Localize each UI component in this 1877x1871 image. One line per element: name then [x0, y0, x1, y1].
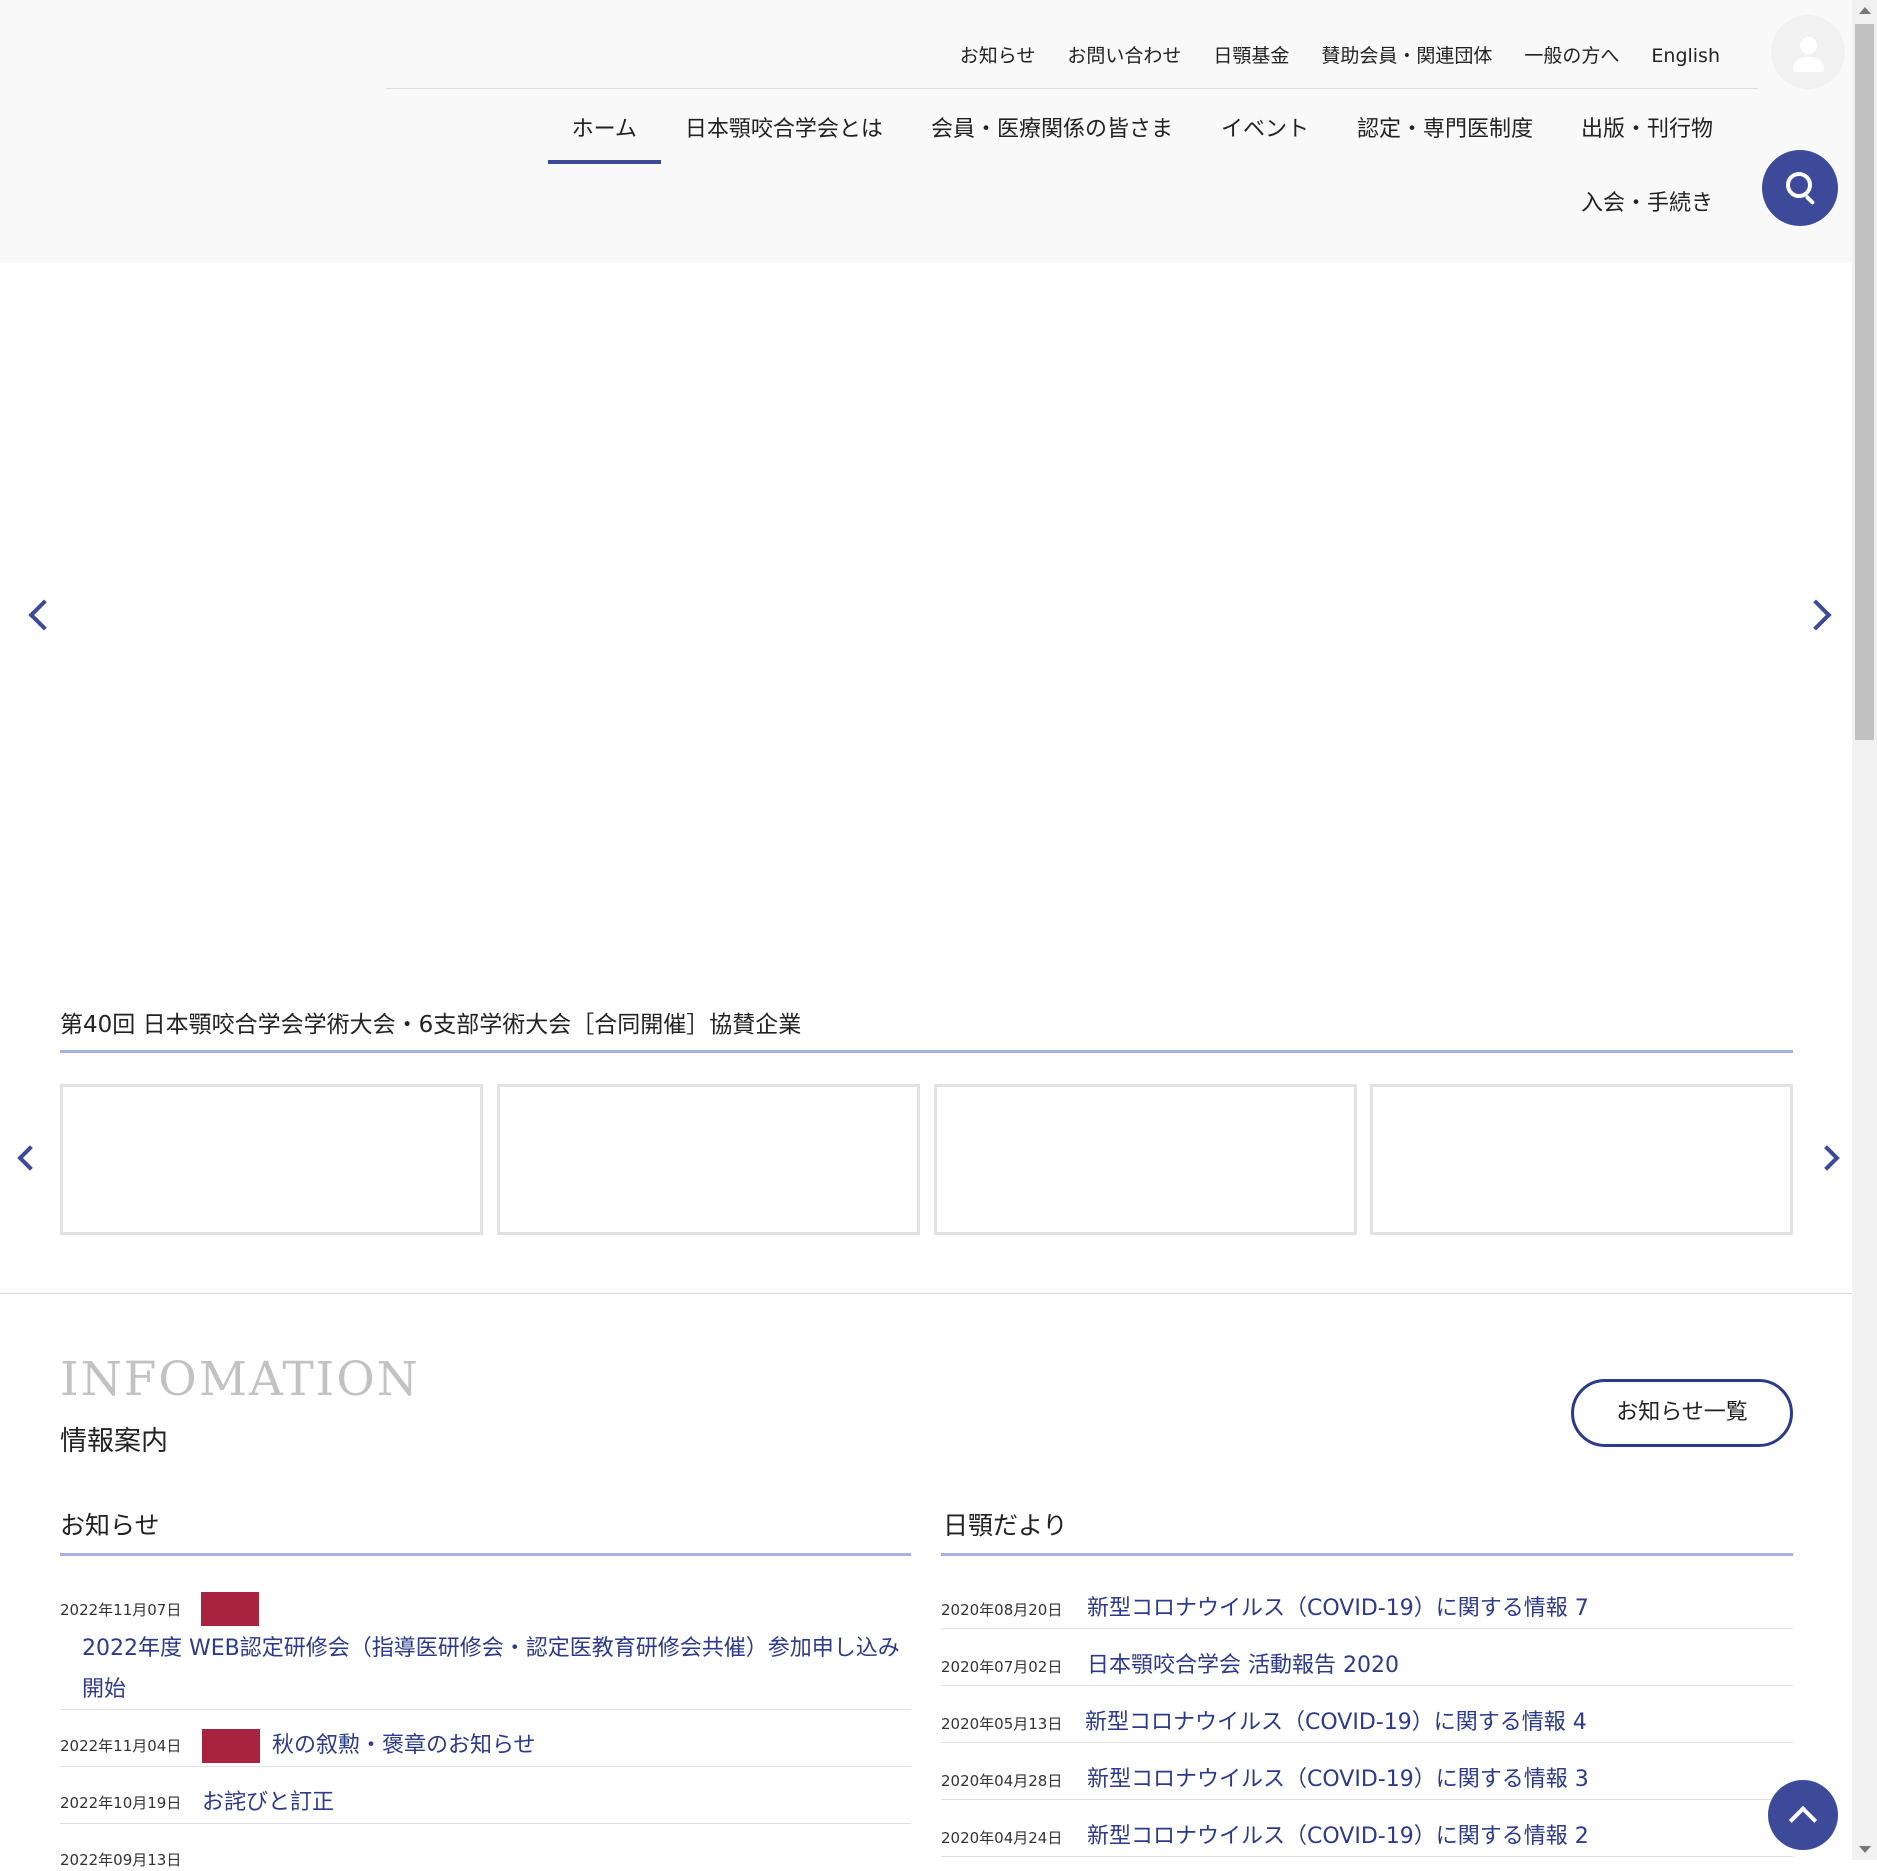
main-nav-certification[interactable]: 認定・専門医制度 — [1333, 115, 1557, 145]
main-nav-members[interactable]: 会員・医療関係の皆さま — [907, 115, 1197, 145]
main-nav-about[interactable]: 日本顎咬合学会とは — [661, 115, 907, 145]
header-divider — [386, 88, 1758, 89]
list-item: 2022年10月19日 お詫びと訂正 — [60, 1766, 911, 1824]
section-divider — [0, 1293, 1852, 1294]
news-link[interactable]: 秋の叙勲・褒章のお知らせ — [272, 1726, 536, 1766]
sponsor-logo-slot[interactable] — [497, 1084, 920, 1235]
dayori-column-title: 日顎だより — [943, 1511, 1068, 1540]
sponsor-logo-slot[interactable] — [1370, 1084, 1793, 1235]
hero-slider — [0, 263, 1852, 963]
chevron-right-icon[interactable] — [1800, 599, 1832, 631]
chevron-up-icon — [1788, 1805, 1818, 1835]
news-title: 2022年度 WEB認定研修会（指導医研修会・認定医教育研修会共催）参加申し込み — [82, 1636, 900, 1661]
user-icon-head — [1800, 37, 1817, 54]
info-heading-en: INFOMATION — [60, 1352, 420, 1407]
sponsor-logo-slot[interactable] — [60, 1084, 483, 1235]
scrollbar[interactable] — [1852, 0, 1877, 1860]
list-item: 2020年04月24日 新型コロナウイルス（COVID-19）に関する情報 2 — [941, 1799, 1793, 1857]
chevron-left-icon[interactable] — [17, 1145, 43, 1171]
news-date: 2022年10月19日 — [60, 1794, 182, 1812]
list-item: 2022年09月13日 — [60, 1823, 911, 1869]
news-link[interactable]: 2022年度 WEB認定研修会（指導医研修会・認定医教育研修会共催）参加申し込み… — [82, 1628, 911, 1710]
util-nav-general-public[interactable]: 一般の方へ — [1524, 42, 1619, 70]
scroll-up-arrow-icon[interactable] — [1859, 7, 1871, 14]
site-header: お知らせ お問い合わせ 日顎基金 賛助会員・関連団体 一般の方へ English… — [0, 0, 1852, 263]
util-nav-news[interactable]: お知らせ — [960, 42, 1036, 70]
list-item: 2022年11月07日 2022年度 WEB認定研修会（指導医研修会・認定医教育… — [60, 1588, 911, 1710]
news-column-title: お知らせ — [60, 1511, 160, 1540]
news-date: 2022年11月07日 — [60, 1601, 182, 1619]
back-to-top-button[interactable] — [1768, 1780, 1838, 1850]
news-list-button[interactable]: お知らせ一覧 — [1571, 1379, 1793, 1447]
dayori-link[interactable]: 日本顎咬合学会 活動報告 2020 — [1087, 1646, 1399, 1686]
chevron-right-icon[interactable] — [1814, 1145, 1840, 1171]
dayori-date: 2020年04月28日 — [941, 1772, 1063, 1790]
dayori-date: 2020年04月24日 — [941, 1829, 1063, 1847]
dayori-date: 2020年05月13日 — [941, 1715, 1063, 1733]
util-nav-english[interactable]: English — [1651, 42, 1720, 70]
main-nav-join[interactable]: 入会・手続き — [1581, 191, 1713, 216]
news-title-line2: 開始 — [82, 1677, 127, 1702]
main-nav: ホーム 日本顎咬合学会とは 会員・医療関係の皆さま イベント 認定・専門医制度 … — [547, 115, 1737, 164]
main-nav-row2: 入会・手続き — [1581, 189, 1713, 219]
chevron-left-icon[interactable] — [28, 599, 60, 631]
main-nav-publications[interactable]: 出版・刊行物 — [1557, 115, 1737, 145]
util-nav-contact[interactable]: お問い合わせ — [1067, 42, 1181, 70]
scrollbar-thumb[interactable] — [1855, 24, 1874, 740]
dayori-column-underline — [941, 1553, 1793, 1556]
news-column-underline — [60, 1553, 911, 1556]
dayori-link[interactable]: 新型コロナウイルス（COVID-19）に関する情報 4 — [1085, 1703, 1587, 1743]
util-nav-fund[interactable]: 日顎基金 — [1213, 42, 1289, 70]
info-heading-ja: 情報案内 — [60, 1426, 168, 1457]
category-badge — [202, 1729, 260, 1763]
news-date: 2022年11月04日 — [60, 1737, 182, 1755]
dayori-date: 2020年07月02日 — [941, 1658, 1063, 1676]
dayori-date: 2020年08月20日 — [941, 1601, 1063, 1619]
dayori-link[interactable]: 新型コロナウイルス（COVID-19）に関する情報 3 — [1087, 1760, 1589, 1800]
list-item: 2020年05月13日 新型コロナウイルス（COVID-19）に関する情報 4 — [941, 1685, 1793, 1743]
search-icon — [1786, 172, 1812, 198]
sponsor-heading-underline — [60, 1050, 1793, 1053]
search-icon-handle — [1804, 194, 1816, 206]
search-button[interactable] — [1762, 150, 1838, 226]
main-nav-home[interactable]: ホーム — [547, 115, 662, 164]
user-icon[interactable] — [1771, 15, 1845, 89]
user-icon-body — [1793, 57, 1824, 72]
list-item: 2020年04月28日 新型コロナウイルス（COVID-19）に関する情報 3 — [941, 1742, 1793, 1800]
list-item: 2022年11月04日 秋の叙勲・褒章のお知らせ — [60, 1709, 911, 1767]
util-nav-supporting-members[interactable]: 賛助会員・関連団体 — [1321, 42, 1492, 70]
list-item: 2020年07月02日 日本顎咬合学会 活動報告 2020 — [941, 1628, 1793, 1686]
list-item: 2020年08月20日 新型コロナウイルス（COVID-19）に関する情報 7 — [941, 1588, 1793, 1629]
news-link[interactable]: お詫びと訂正 — [202, 1783, 334, 1823]
scroll-down-arrow-icon[interactable] — [1859, 1846, 1871, 1853]
sponsor-heading: 第40回 日本顎咬合学会学術大会・6支部学術大会［合同開催］協賛企業 — [60, 1012, 802, 1038]
news-date: 2022年09月13日 — [60, 1851, 182, 1869]
utility-nav: お知らせ お問い合わせ 日顎基金 賛助会員・関連団体 一般の方へ English — [928, 42, 1720, 70]
category-badge — [201, 1592, 259, 1626]
dayori-link[interactable]: 新型コロナウイルス（COVID-19）に関する情報 2 — [1087, 1817, 1589, 1857]
dayori-link[interactable]: 新型コロナウイルス（COVID-19）に関する情報 7 — [1087, 1589, 1589, 1629]
sponsor-logo-slot[interactable] — [934, 1084, 1357, 1235]
main-nav-events[interactable]: イベント — [1197, 115, 1333, 145]
